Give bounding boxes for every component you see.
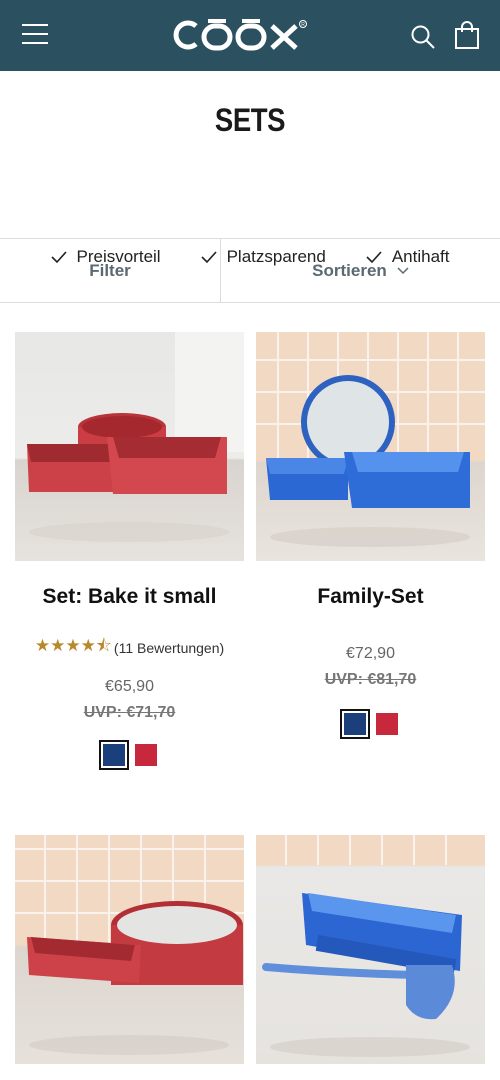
product-uvp-price: UVP: €81,70	[324, 671, 417, 688]
color-swatch-red[interactable]	[375, 713, 398, 735]
search-icon[interactable]	[410, 24, 436, 50]
product-image[interactable]	[15, 332, 244, 561]
filter-sort-bar: Filter Sortieren	[0, 238, 500, 303]
product-image[interactable]	[256, 835, 485, 1064]
product-price: €65,90	[105, 678, 154, 695]
product-card[interactable]: Family-Set €72,90 UVP: €81,70	[256, 332, 485, 739]
page-title: SETS	[214, 102, 286, 138]
product-name[interactable]: Set: Bake it small	[15, 585, 244, 613]
color-swatches	[256, 709, 485, 739]
product-name[interactable]: Family-Set	[256, 585, 485, 613]
coox-logo[interactable]: R	[172, 16, 328, 54]
color-swatch-blue[interactable]	[339, 709, 370, 739]
color-swatch-red[interactable]	[134, 744, 157, 766]
svg-text:R: R	[301, 22, 305, 28]
chevron-down-icon	[397, 266, 409, 274]
product-image[interactable]	[15, 835, 244, 1064]
product-image[interactable]	[256, 332, 485, 561]
site-header: R	[0, 0, 500, 71]
sort-label: Sortieren	[312, 260, 387, 280]
hamburger-menu-icon[interactable]	[22, 24, 48, 46]
product-card[interactable]	[256, 835, 485, 1064]
shopping-bag-icon[interactable]	[454, 21, 480, 49]
product-rating[interactable]: ★★★★⯪ (11 Bewertungen)	[15, 633, 244, 662]
color-swatch-blue[interactable]	[98, 740, 129, 770]
product-card[interactable]: Set: Bake it small ★★★★⯪ (11 Bewertungen…	[15, 332, 244, 770]
product-uvp-price: UVP: €71,70	[83, 704, 176, 721]
sort-button[interactable]: Sortieren	[221, 239, 500, 302]
product-card[interactable]	[15, 835, 244, 1064]
color-swatches	[15, 740, 244, 770]
product-price: €72,90	[346, 645, 395, 662]
filter-button[interactable]: Filter	[0, 239, 221, 302]
star-rating-icon: ★★★★⯪	[34, 636, 112, 655]
rating-count: (11 Bewertungen)	[113, 639, 225, 656]
